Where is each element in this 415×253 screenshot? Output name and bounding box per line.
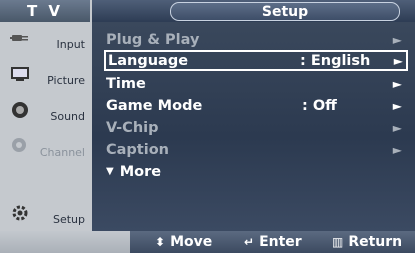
menu-item-label: Caption bbox=[106, 141, 169, 158]
menu-item-label: Time bbox=[106, 75, 146, 92]
enter-hint: ↵ Enter bbox=[244, 234, 302, 250]
menu-item-label: Plug & Play bbox=[106, 31, 200, 48]
sidebar-item-label: Input bbox=[56, 38, 85, 51]
sidebar-item-picture[interactable]: Picture bbox=[4, 58, 90, 94]
page-title: Setup bbox=[170, 2, 400, 21]
move-hint: ⬍ Move bbox=[155, 234, 212, 250]
sidebar-item-setup[interactable]: Setup bbox=[4, 197, 90, 233]
sidebar-item-label: Channel bbox=[39, 146, 85, 159]
menu-item-label: V-Chip bbox=[106, 119, 159, 136]
chevron-right-icon: ► bbox=[392, 32, 402, 47]
speaker-icon bbox=[10, 100, 30, 120]
sidebar-item-sound[interactable]: Sound bbox=[4, 94, 90, 130]
menu-item-language[interactable]: Language : English ► bbox=[104, 50, 408, 71]
menu-item-value: : English bbox=[300, 52, 371, 69]
menu-item-value: : Off bbox=[302, 97, 337, 114]
setup-menu: Plug & Play ► Language : English ► Time … bbox=[92, 22, 415, 231]
enter-label: Enter bbox=[259, 234, 302, 250]
enter-icon: ↵ bbox=[244, 235, 255, 249]
menu-item-label: Language bbox=[108, 52, 189, 69]
triangle-down-icon: ▼ bbox=[106, 166, 114, 177]
up-down-arrows-icon: ⬍ bbox=[155, 235, 166, 249]
chevron-right-icon: ► bbox=[392, 120, 402, 135]
tv-tab: T V bbox=[0, 0, 90, 22]
title-bar: Setup bbox=[92, 0, 415, 22]
tv-osd-menu: T V Setup Input Picture Sound Channel Se… bbox=[0, 0, 415, 253]
sidebar-item-input[interactable]: Input bbox=[4, 22, 90, 58]
menu-item-caption[interactable]: Caption ► bbox=[106, 139, 406, 160]
chevron-right-icon: ► bbox=[392, 98, 402, 113]
sidebar-item-label: Setup bbox=[52, 213, 85, 226]
chevron-right-icon: ► bbox=[393, 53, 403, 68]
chevron-right-icon: ► bbox=[392, 142, 402, 157]
move-label: Move bbox=[170, 234, 213, 250]
satellite-dish-icon bbox=[10, 136, 30, 156]
sidebar-item-label: Picture bbox=[47, 74, 85, 87]
menu-item-v-chip[interactable]: V-Chip ► bbox=[106, 117, 406, 138]
return-label: Return bbox=[348, 234, 403, 250]
menu-return-icon: ▥ bbox=[332, 235, 344, 249]
menu-item-label: Game Mode bbox=[106, 97, 203, 114]
menu-item-more[interactable]: ▼ More bbox=[106, 161, 406, 182]
footer-hint-bar: ⬍ Move ↵ Enter ▥ Return bbox=[0, 231, 415, 253]
picture-monitor-icon bbox=[10, 64, 30, 84]
menu-item-game-mode[interactable]: Game Mode : Off ► bbox=[106, 95, 406, 116]
chevron-right-icon: ► bbox=[392, 76, 402, 91]
menu-item-time[interactable]: Time ► bbox=[106, 73, 406, 94]
menu-item-label: More bbox=[119, 163, 162, 180]
sidebar: Input Picture Sound Channel Setup bbox=[0, 22, 92, 231]
gear-icon bbox=[10, 203, 30, 223]
sidebar-item-channel[interactable]: Channel bbox=[4, 130, 90, 166]
menu-item-plug-and-play[interactable]: Plug & Play ► bbox=[106, 29, 406, 50]
footer-left-panel bbox=[0, 231, 130, 253]
input-plug-icon bbox=[10, 28, 30, 48]
return-hint: ▥ Return bbox=[332, 234, 402, 250]
sidebar-item-label: Sound bbox=[50, 110, 85, 123]
